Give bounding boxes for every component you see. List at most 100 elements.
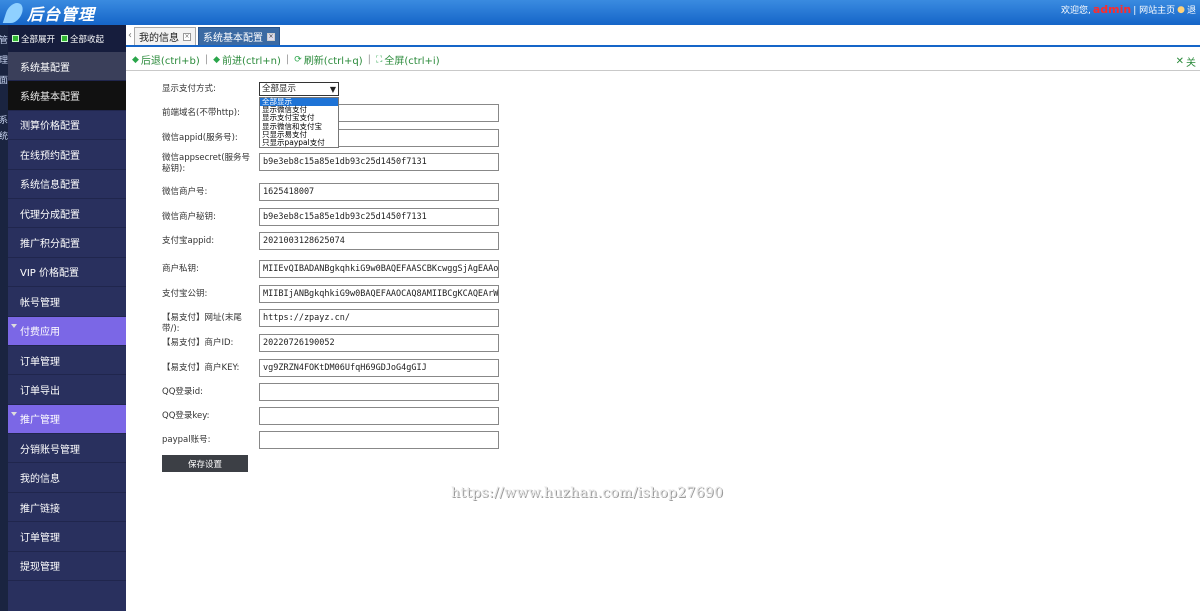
field-label: 【易支付】商户ID: [162, 338, 234, 348]
field-label: 微信appid(服务号): [162, 133, 238, 143]
close-label: 关 [1186, 58, 1196, 69]
back-button[interactable]: ◆ 后退(ctrl+b) [132, 52, 200, 68]
forward-arrow-icon: ◆ [213, 54, 221, 65]
field-label: 【易支付】网址(末尾带/): [162, 313, 242, 334]
field-label: paypal账号: [162, 435, 211, 445]
toolbar-divider: | [367, 54, 372, 65]
text-input[interactable]: https://zpayz.cn/ [259, 309, 499, 327]
tab-close-icon[interactable]: × [267, 32, 275, 41]
watermark: https://www.huzhan.com/ishop27690 [451, 485, 724, 501]
minus-icon [61, 35, 69, 42]
chevron-down-icon: ▼ [329, 85, 336, 94]
text-input[interactable]: MIIBIjANBgkqhkiG9w0BAQEFAAOCAQ8AMIIBCgKC… [259, 285, 499, 303]
sidebar-item[interactable]: 分销账号管理 [8, 434, 126, 464]
sidebar-item[interactable]: 帐号管理 [8, 287, 126, 317]
sidebar-item[interactable]: 系统基配置 [8, 52, 126, 82]
text-input[interactable]: b9e3eb8c15a85e1db93c25d1450f7131 [259, 153, 499, 171]
sidebar-item[interactable]: 系统信息配置 [8, 170, 126, 199]
sidebar-item[interactable]: 在线预约配置 [8, 140, 126, 170]
user-area: 欢迎您, admin | 网站主页 ● 退 [1061, 3, 1196, 16]
logo-icon [2, 3, 26, 23]
sidebar-item[interactable]: 系统基本配置 [8, 81, 126, 111]
toolbar-divider: | [204, 54, 209, 65]
sidebar-item[interactable]: 我的信息 [8, 463, 126, 493]
sidebar-item[interactable]: 推广积分配置 [8, 228, 126, 258]
tab-my-info[interactable]: 我的信息 × [134, 27, 196, 45]
close-page-button[interactable]: ✕ 关 [1176, 54, 1196, 69]
field-label: 微信appsecret(服务号秘钥): [162, 153, 251, 174]
sidebar-group-header[interactable]: 推广管理 [8, 404, 126, 435]
text-input[interactable]: 20220726190052 [259, 334, 499, 352]
welcome-text: 欢迎您, [1060, 6, 1091, 16]
side-strip-char: 理 [0, 56, 9, 66]
side-strip-char: 统 [0, 132, 9, 142]
collapse-all-label: 全部收起 [70, 34, 105, 45]
top-header: 后台管理 欢迎您, admin | 网站主页 ● 退 [0, 0, 1200, 25]
tab-label: 我的信息 [139, 33, 179, 44]
logout-icon[interactable]: ● [1177, 5, 1185, 15]
refresh-button[interactable]: ⟳ 刷新(ctrl+q) [294, 52, 363, 68]
sidebar-item[interactable]: 提现管理 [8, 552, 126, 582]
pay-mode-select[interactable]: 全部显示 ▼ [259, 82, 339, 96]
sidebar: 全部展开 全部收起 系统基配置 系统基本配置 测算价格配置 在线预约配置 系统信息配置代… [8, 25, 126, 611]
side-strip-char: 管 [0, 36, 9, 46]
forward-button[interactable]: ◆ 前进(ctrl+n) [213, 52, 281, 68]
tab-label: 系统基本配置 [203, 33, 263, 44]
site-home-link[interactable]: | 网站主页 [1133, 3, 1175, 16]
close-icon: ✕ [1175, 56, 1184, 67]
back-label: 后退(ctrl+b) [140, 56, 200, 67]
forward-label: 前进(ctrl+n) [222, 56, 281, 67]
text-input[interactable] [259, 431, 499, 449]
toolbar-divider: | [285, 54, 290, 65]
tab-close-icon[interactable]: × [183, 32, 191, 41]
sidebar-item[interactable]: 推广链接 [8, 493, 126, 523]
text-input[interactable] [259, 383, 499, 401]
field-label: 支付宝公钥: [162, 289, 208, 299]
text-input[interactable]: vg9ZRZN4FOKtDM06UfqH69GDJoG4gGIJ [259, 359, 499, 377]
text-input[interactable]: 2021003128625074 [259, 232, 499, 250]
tab-bar: ‹ 我的信息 × 系统基本配置 × [126, 25, 1200, 47]
back-arrow-icon: ◆ [132, 54, 139, 65]
pay-mode-label: 显示支付方式: [162, 84, 216, 94]
text-input[interactable]: MIIEvQIBADANBgkqhkiG9w0BAQEFAASCBKcwggSj… [259, 260, 499, 278]
logo: 后台管理 [2, 1, 95, 25]
sidebar-item[interactable]: 订单管理 [8, 346, 126, 376]
toolbar: ◆ 后退(ctrl+b) | ◆ 前进(ctrl+n) | ⟳ 刷新(ctrl+… [126, 49, 1200, 71]
refresh-icon: ⟳ [294, 54, 302, 65]
text-input[interactable]: 1625418007 [259, 183, 499, 201]
sidebar-item[interactable]: VIP 价格配置 [8, 258, 126, 288]
save-button[interactable]: 保存设置 [162, 455, 248, 472]
field-label: 支付宝appid: [162, 236, 215, 246]
dropdown-option[interactable]: 只显示paypal支付 [260, 138, 338, 147]
sidebar-group-header[interactable]: 付费应用 [8, 316, 126, 346]
fullscreen-label: 全屏(ctrl+i) [384, 56, 440, 67]
username: admin [1092, 3, 1132, 16]
pay-mode-selected: 全部显示 [262, 84, 297, 94]
text-input[interactable]: b9e3eb8c15a85e1db93c25d1450f7131 [259, 208, 499, 226]
field-label: 【易支付】商户KEY: [162, 363, 240, 373]
tab-scroll-left-icon[interactable]: ‹ [128, 30, 132, 41]
field-label: 微信商户秘钥: [162, 212, 216, 222]
pay-mode-dropdown: 全部显示 显示微信支付 显示支付宝支付 显示微信和支付宝 只显示易支付 只显示paypal… [259, 97, 339, 149]
sidebar-item[interactable]: 代理分成配置 [8, 199, 126, 229]
sidebar-controls: 全部展开 全部收起 [8, 25, 126, 52]
sidebar-item[interactable]: 订单管理 [8, 522, 126, 552]
tab-system-basic-config[interactable]: 系统基本配置 × [198, 27, 280, 45]
field-label: QQ登录id: [162, 387, 204, 397]
text-input[interactable] [259, 407, 499, 425]
field-label: 微信商户号: [162, 187, 208, 197]
refresh-label: 刷新(ctrl+q) [303, 56, 363, 67]
sidebar-item[interactable]: 测算价格配置 [8, 111, 126, 141]
expand-all-label: 全部展开 [21, 34, 56, 45]
side-strip: 管 理 面 系 统 [0, 25, 8, 611]
sidebar-menu: 系统基配置 系统基本配置 测算价格配置 在线预约配置 系统信息配置 代理分成配置 推广积分配… [8, 52, 126, 582]
sidebar-item[interactable]: 订单导出 [8, 375, 126, 405]
collapse-all-button[interactable]: 全部收起 [61, 33, 104, 45]
logout-link[interactable]: 退 [1187, 3, 1196, 16]
field-label: 商户私钥: [162, 264, 199, 274]
plus-icon [12, 35, 19, 42]
side-strip-char: 面 [0, 76, 9, 86]
expand-all-button[interactable]: 全部展开 [12, 33, 55, 45]
fullscreen-button[interactable]: ⛶ 全屏(ctrl+i) [376, 52, 440, 68]
field-label: 前端域名(不带http): [162, 108, 240, 118]
